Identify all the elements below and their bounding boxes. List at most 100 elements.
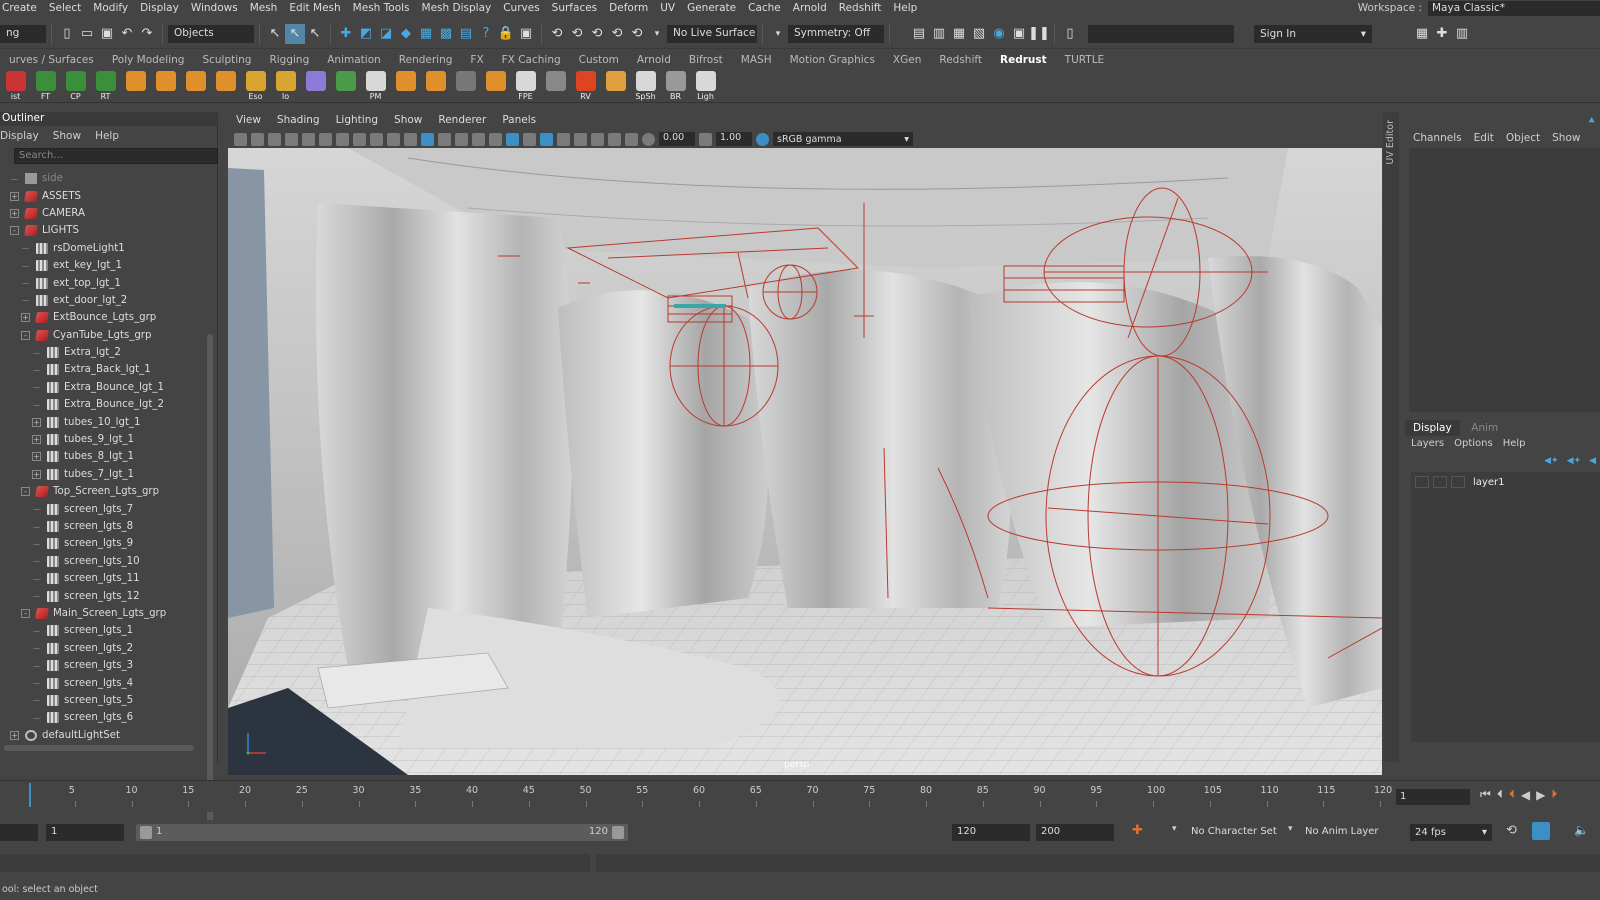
outliner-item[interactable]: + ASSETS (0, 187, 210, 204)
gamma-icon[interactable] (699, 132, 712, 146)
lasso-tool-icon[interactable]: ↖ (285, 23, 305, 44)
xray-components-icon[interactable] (625, 132, 638, 146)
paint-select-icon[interactable]: ↖ (305, 24, 325, 44)
tab-redrust[interactable]: Redrust (991, 54, 1056, 66)
shelf-button-ft[interactable]: FT (32, 70, 59, 101)
playhead[interactable] (29, 783, 32, 807)
collapse-icon[interactable]: - (21, 330, 30, 340)
cache-playback-icon[interactable] (1532, 822, 1550, 840)
outliner-item[interactable]: — Extra_Bounce_lgt_2 (0, 396, 210, 413)
menu-cache[interactable]: Cache (748, 2, 781, 14)
render-settings-icon[interactable]: ▧ (969, 24, 989, 44)
character-set-dropdown[interactable]: No Character Set (1186, 824, 1284, 841)
shelf-button-16[interactable] (482, 70, 509, 101)
shelf-button-18[interactable] (542, 70, 569, 101)
tab-rendering[interactable]: Rendering (390, 54, 462, 66)
channel-menu-edit[interactable]: Edit (1474, 132, 1494, 144)
tab-urves-surfaces[interactable]: urves / Surfaces (0, 54, 103, 66)
construction-icon[interactable]: ⟲ (567, 24, 587, 44)
tab-poly-modeling[interactable]: Poly Modeling (103, 54, 194, 66)
layer-menu-layers[interactable]: Layers (1411, 438, 1444, 449)
expand-icon[interactable]: + (32, 469, 41, 479)
antialiasing-icon[interactable] (540, 132, 553, 146)
menu-mesh[interactable]: Mesh (250, 2, 278, 14)
viewport-menu-show[interactable]: Show (394, 114, 422, 126)
tab-sculpting[interactable]: Sculpting (193, 54, 260, 66)
menu-modify[interactable]: Modify (93, 2, 128, 14)
snap-surface-icon[interactable]: ? (476, 24, 496, 44)
loop-icon[interactable]: ⟲ (1506, 823, 1517, 838)
make-live-icon[interactable]: ⟲ (607, 24, 627, 44)
range-start-handle[interactable] (140, 826, 152, 839)
expand-icon[interactable]: + (10, 208, 19, 218)
outliner-item[interactable]: + ExtBounce_Lgts_grp (0, 309, 210, 326)
channel-menu-channels[interactable]: Channels (1413, 132, 1462, 144)
shelf-button-ligh[interactable]: Ligh (692, 70, 719, 101)
outliner-item[interactable]: - LIGHTS (0, 222, 210, 239)
outliner-item[interactable]: — screen_lgts_3 (0, 657, 210, 674)
magnet-icon[interactable]: ⟲ (587, 24, 607, 44)
playback-toggle[interactable] (1433, 476, 1447, 488)
range-bar[interactable]: 1 120 (136, 824, 628, 841)
time-slider[interactable]: 5 10 15 20 25 30 35 40 45 50 55 60 65 70 75 80 85 90 95 100… (0, 780, 1600, 812)
textured-icon[interactable] (455, 132, 468, 146)
pause-icon[interactable]: ❚❚ (1028, 24, 1050, 44)
menu-surfaces[interactable]: Surfaces (552, 2, 597, 14)
outliner-item[interactable]: + tubes_10_lgt_1 (0, 413, 210, 430)
outliner-item[interactable]: — ext_key_lgt_1 (0, 257, 210, 274)
shelf-button-io[interactable]: Io (272, 70, 299, 101)
ambient-occlusion-icon[interactable] (506, 132, 519, 146)
camera-attributes-icon[interactable] (251, 132, 264, 146)
outliner-item[interactable]: + CAMERA (0, 205, 210, 222)
tab-custom[interactable]: Custom (570, 54, 628, 66)
shelf-button-7[interactable] (212, 70, 239, 101)
film-gate-icon[interactable] (319, 132, 332, 146)
grid-icon[interactable] (302, 132, 315, 146)
menu-redshift[interactable]: Redshift (839, 2, 882, 14)
snap-view-icon[interactable]: ▤ (456, 24, 476, 44)
playback-end-field[interactable]: 120 (952, 824, 1030, 841)
viewport-menu-shading[interactable]: Shading (277, 114, 320, 126)
outliner-item[interactable]: — screen_lgts_6 (0, 709, 210, 726)
depth-of-field-icon[interactable] (557, 132, 570, 146)
resolution-gate-icon[interactable] (336, 132, 349, 146)
exposure-icon[interactable] (642, 132, 655, 146)
range-end-handle[interactable] (612, 826, 624, 839)
motion-blur-icon[interactable] (523, 132, 536, 146)
shelf-button-cp[interactable]: CP (62, 70, 89, 101)
shelf-button-pm[interactable]: PM (362, 70, 389, 101)
viewport-menu-renderer[interactable]: Renderer (438, 114, 486, 126)
shelf-button-6[interactable] (182, 70, 209, 101)
outliner-item[interactable]: — screen_lgts_8 (0, 518, 210, 535)
shelf-button-14[interactable] (422, 70, 449, 101)
step-forward-key-icon[interactable]: ⏵ (1551, 787, 1557, 802)
outliner-item[interactable]: + tubes_7_lgt_1 (0, 466, 210, 483)
play-backwards-icon[interactable]: ◀ (1521, 788, 1530, 802)
time-ruler[interactable]: 5 10 15 20 25 30 35 40 45 50 55 60 65 70 75 80 85 90 95 100… (0, 783, 1392, 809)
outliner-item[interactable]: - CyanTube_Lgts_grp (0, 327, 210, 344)
collapse-icon[interactable]: - (21, 608, 30, 618)
step-back-icon[interactable]: ⏴ (1497, 787, 1503, 802)
dropdown-arrow-icon[interactable]: ▾ (647, 24, 667, 44)
outliner-item[interactable]: — screen_lgts_1 (0, 622, 210, 639)
render-view-icon[interactable]: ▣ (1009, 24, 1029, 44)
pin-icon[interactable]: ⯅ (1587, 114, 1596, 128)
sidebar-toggle-icon[interactable]: ▯ (1060, 24, 1080, 44)
history-icon[interactable]: ⟲ (547, 24, 567, 44)
move-layer-down-icon[interactable]: ◀✦ (1567, 456, 1581, 466)
menu-curves[interactable]: Curves (503, 2, 539, 14)
outliner-item[interactable]: — screen_lgts_10 (0, 553, 210, 570)
tab-motion-graphics[interactable]: Motion Graphics (781, 54, 884, 66)
tab-turtle[interactable]: TURTLE (1056, 54, 1114, 66)
outliner-item[interactable]: — screen_lgts_5 (0, 692, 210, 709)
tab-animation[interactable]: Animation (318, 54, 390, 66)
uv-editor-tab[interactable]: UV Editor (1383, 112, 1399, 762)
shelf-button-20[interactable] (602, 70, 629, 101)
outliner-menu-help[interactable]: Help (95, 130, 119, 142)
expand-icon[interactable]: + (21, 313, 30, 323)
shelf-button-13[interactable] (392, 70, 419, 101)
shelf-button-4[interactable] (122, 70, 149, 101)
outliner-item[interactable]: — rsDomeLight1 (0, 240, 210, 257)
modeling-toolkit-icon[interactable]: ▦ (1412, 24, 1432, 44)
viewport-menu-view[interactable]: View (236, 114, 261, 126)
